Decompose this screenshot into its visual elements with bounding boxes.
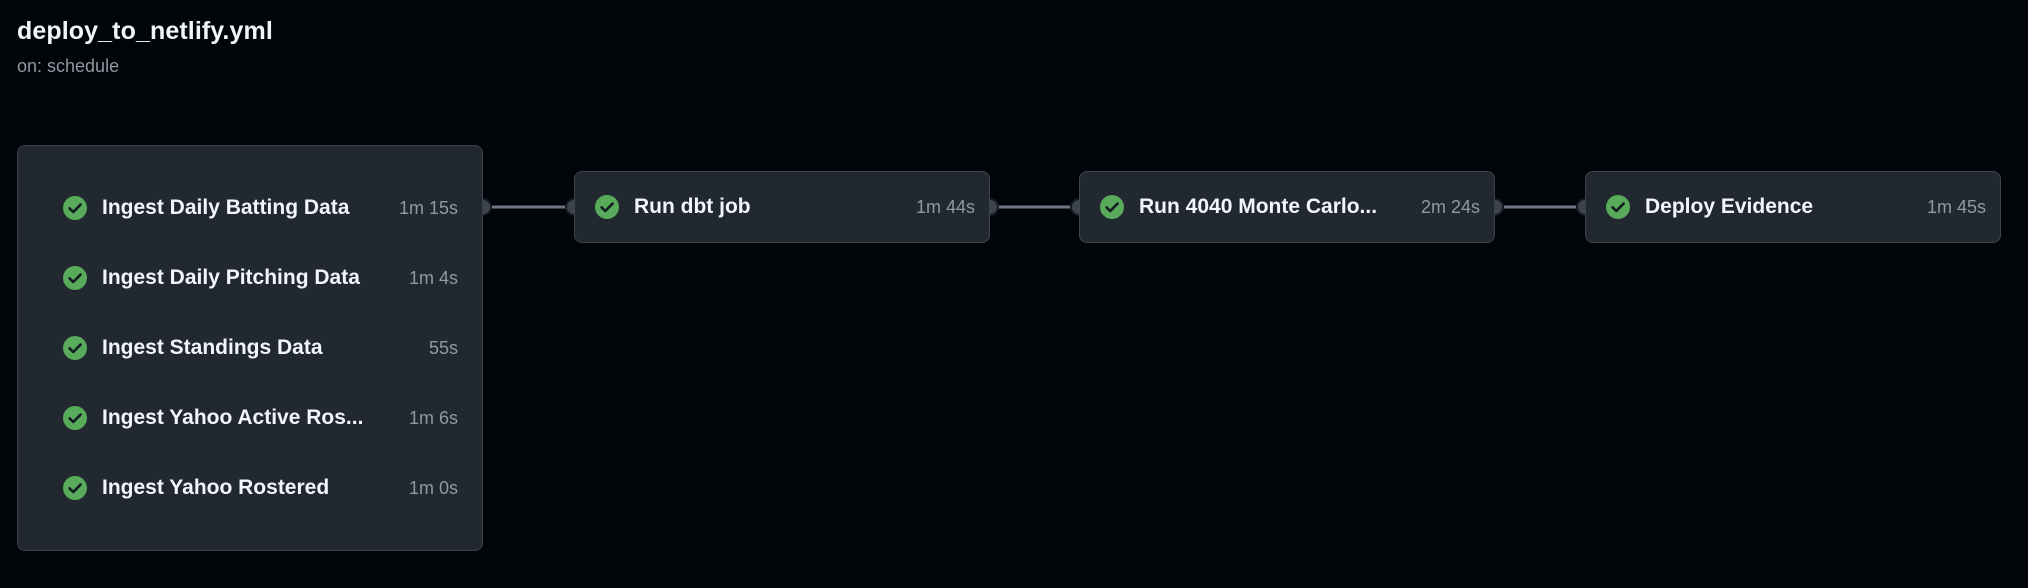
job-run-dbt[interactable]: Run dbt job 1m 44s [574, 171, 990, 243]
connector-montecarlo-to-deploy [1486, 198, 1594, 216]
job-duration: 1m 44s [915, 196, 975, 217]
job-duration: 2m 24s [1420, 196, 1480, 217]
job-duration: 1m 0s [408, 477, 458, 498]
connector-dbt-to-montecarlo [981, 198, 1088, 216]
check-circle-icon [63, 336, 87, 360]
connector-group-to-dbt [474, 198, 583, 216]
job-ingest-daily-pitching[interactable]: Ingest Daily Pitching Data 1m 4s [62, 256, 458, 300]
ingest-job-group: Ingest Daily Batting Data 1m 15s Ingest … [17, 145, 483, 551]
job-ingest-daily-batting[interactable]: Ingest Daily Batting Data 1m 15s [62, 186, 458, 230]
job-name: Ingest Daily Pitching Data [102, 266, 360, 289]
job-name: Run 4040 Monte Carlo... [1139, 195, 1378, 218]
job-duration: 1m 15s [398, 197, 458, 218]
job-row: Run dbt job 1m 44s [594, 185, 975, 229]
job-row: Run 4040 Monte Carlo... 2m 24s [1099, 185, 1480, 229]
job-deploy-evidence[interactable]: Deploy Evidence 1m 45s [1585, 171, 2001, 243]
job-name: Run dbt job [634, 195, 751, 218]
job-run-monte-carlo[interactable]: Run 4040 Monte Carlo... 2m 24s [1079, 171, 1495, 243]
job-ingest-yahoo-active-roster[interactable]: Ingest Yahoo Active Ros... 1m 6s [62, 396, 458, 440]
job-name: Ingest Standings Data [102, 336, 323, 359]
check-circle-icon [63, 266, 87, 290]
job-ingest-yahoo-rostered[interactable]: Ingest Yahoo Rostered 1m 0s [62, 466, 458, 510]
check-circle-icon [63, 476, 87, 500]
check-circle-icon [1606, 195, 1630, 219]
workflow-graph-page: deploy_to_netlify.yml on: schedule Inges… [0, 0, 2028, 588]
check-circle-icon [595, 195, 619, 219]
job-ingest-standings[interactable]: Ingest Standings Data 55s [62, 326, 458, 370]
job-row: Deploy Evidence 1m 45s [1605, 185, 1986, 229]
job-duration: 1m 45s [1926, 196, 1986, 217]
job-duration: 1m 6s [408, 407, 458, 428]
job-name: Ingest Daily Batting Data [102, 196, 350, 219]
job-name: Ingest Yahoo Active Ros... [102, 406, 364, 429]
check-circle-icon [63, 196, 87, 220]
check-circle-icon [1100, 195, 1124, 219]
job-name: Ingest Yahoo Rostered [102, 476, 330, 499]
job-duration: 55s [428, 337, 458, 358]
job-name: Deploy Evidence [1645, 195, 1814, 218]
check-circle-icon [63, 406, 87, 430]
job-duration: 1m 4s [408, 267, 458, 288]
